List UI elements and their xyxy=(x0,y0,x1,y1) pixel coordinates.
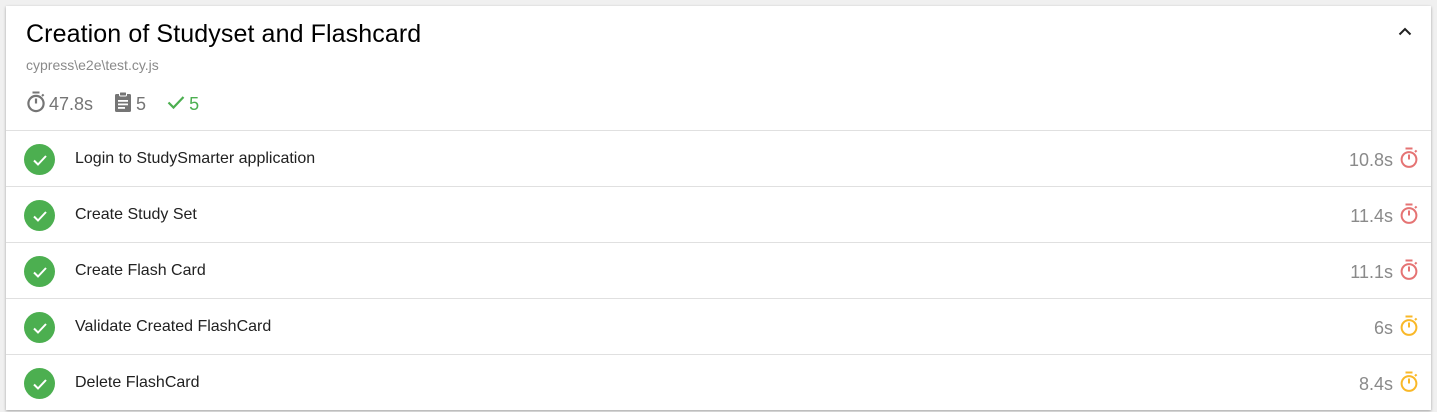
collapse-button[interactable] xyxy=(1393,20,1417,44)
passed-check-icon xyxy=(24,368,55,399)
suite-duration-stat: 47.8s xyxy=(26,91,93,118)
test-duration: 10.8s xyxy=(1349,147,1419,174)
test-row[interactable]: Delete FlashCard 8.4s xyxy=(6,355,1431,411)
passed-check-icon xyxy=(24,200,55,231)
test-duration: 11.1s xyxy=(1350,259,1419,286)
suite-title: Creation of Studyset and Flashcard xyxy=(26,20,422,48)
suite-passed-stat: 5 xyxy=(166,92,199,117)
suite-card: Creation of Studyset and Flashcard cypre… xyxy=(6,6,1431,410)
test-duration: 6s xyxy=(1374,315,1419,342)
passed-check-icon xyxy=(24,256,55,287)
test-duration-value: 8.4s xyxy=(1358,374,1393,394)
clipboard-icon xyxy=(113,91,136,118)
passed-check-icon xyxy=(24,312,55,343)
test-list: Login to StudySmarter application 10.8s … xyxy=(6,131,1431,411)
test-title: Login to StudySmarter application xyxy=(75,150,316,167)
check-icon xyxy=(166,92,189,117)
test-title: Delete FlashCard xyxy=(75,374,200,391)
stopwatch-icon xyxy=(1399,259,1419,286)
suite-header: Creation of Studyset and Flashcard cypre… xyxy=(6,6,1431,131)
suite-passed-count: 5 xyxy=(189,94,200,114)
stopwatch-icon xyxy=(1399,371,1419,398)
suite-stats: 47.8s 5 5 xyxy=(26,91,219,118)
test-title: Create Study Set xyxy=(75,206,197,223)
test-duration-value: 11.4s xyxy=(1350,206,1393,226)
test-row[interactable]: Login to StudySmarter application 10.8s xyxy=(6,131,1431,187)
suite-duration: 47.8s xyxy=(49,94,94,114)
chevron-up-icon xyxy=(1398,23,1412,41)
test-duration-value: 11.1s xyxy=(1350,262,1393,282)
test-row[interactable]: Create Study Set 11.4s xyxy=(6,187,1431,243)
test-duration-value: 10.8s xyxy=(1348,150,1393,170)
test-row[interactable]: Validate Created FlashCard 6s xyxy=(6,299,1431,355)
suite-tests-stat: 5 xyxy=(113,91,146,118)
stopwatch-icon xyxy=(1399,147,1419,174)
test-title: Create Flash Card xyxy=(75,262,206,279)
suite-file-path: cypress\e2e\test.cy.js xyxy=(26,57,159,73)
test-duration: 11.4s xyxy=(1350,203,1419,230)
test-title: Validate Created FlashCard xyxy=(75,318,272,335)
test-duration-value: 6s xyxy=(1373,318,1393,338)
test-row[interactable]: Create Flash Card 11.1s xyxy=(6,243,1431,299)
stopwatch-icon xyxy=(26,91,49,118)
stopwatch-icon xyxy=(1399,315,1419,342)
test-duration: 8.4s xyxy=(1359,371,1419,398)
passed-check-icon xyxy=(24,144,55,175)
stopwatch-icon xyxy=(1399,203,1419,230)
suite-test-count: 5 xyxy=(136,94,147,114)
